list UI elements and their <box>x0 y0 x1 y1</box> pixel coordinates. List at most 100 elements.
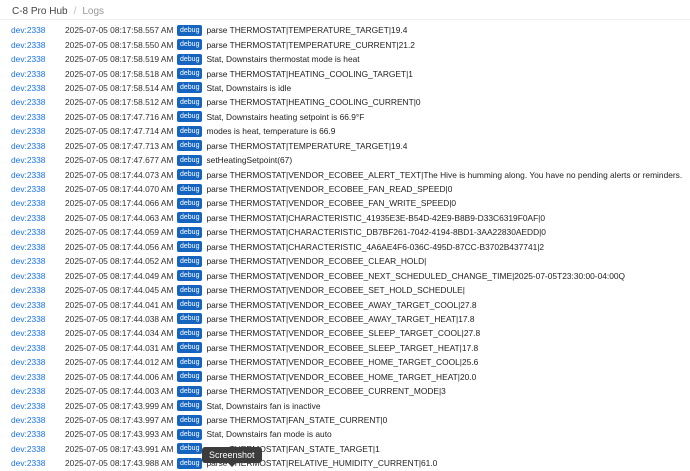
device-link[interactable]: dev:2338 <box>0 198 65 208</box>
device-link[interactable]: dev:2338 <box>0 386 65 396</box>
device-link[interactable]: dev:2338 <box>0 97 65 107</box>
log-level-badge: debug <box>177 140 203 152</box>
device-link[interactable]: dev:2338 <box>0 69 65 79</box>
device-link[interactable]: dev:2338 <box>0 444 65 454</box>
log-level-badge: debug <box>177 428 203 440</box>
device-link[interactable]: dev:2338 <box>0 328 65 338</box>
log-message: setHeatingSetpoint(67) <box>206 155 293 166</box>
device-link[interactable]: dev:2338 <box>0 83 65 93</box>
device-link[interactable]: dev:2338 <box>0 25 65 35</box>
log-timestamp: 2025-07-05 08:17:44.038 AM <box>65 313 174 324</box>
device-link[interactable]: dev:2338 <box>0 227 65 237</box>
device-link[interactable]: dev:2338 <box>0 372 65 382</box>
log-level-badge: debug <box>177 284 203 296</box>
log-timestamp: 2025-07-05 08:17:58.557 AM <box>65 25 174 36</box>
log-row: dev:2338 2025-07-05 08:17:47.713 AM debug p… <box>0 139 690 153</box>
device-link[interactable]: dev:2338 <box>0 300 65 310</box>
device-link[interactable]: dev:2338 <box>0 242 65 252</box>
log-timestamp: 2025-07-05 08:17:43.991 AM <box>65 443 174 454</box>
log-level-badge: debug <box>177 96 203 108</box>
log-level-badge: debug <box>177 125 203 137</box>
log-level-badge: debug <box>177 169 203 181</box>
log-message: parse THERMOSTAT|VENDOR_ECOBEE_CURRENT_M… <box>206 386 446 397</box>
log-row: dev:2338 2025-07-05 08:17:44.031 AM debug p… <box>0 341 690 355</box>
device-link[interactable]: dev:2338 <box>0 415 65 425</box>
log-timestamp: 2025-07-05 08:17:44.052 AM <box>65 256 174 267</box>
log-timestamp: 2025-07-05 08:17:47.716 AM <box>65 111 174 122</box>
log-level-badge: debug <box>177 183 203 195</box>
log-message: parse THERMOSTAT|CHARACTERISTIC_4A6AE4F6… <box>206 241 545 252</box>
device-link[interactable]: dev:2338 <box>0 126 65 136</box>
device-link[interactable]: dev:2338 <box>0 256 65 266</box>
log-timestamp: 2025-07-05 08:17:44.073 AM <box>65 169 174 180</box>
log-timestamp: 2025-07-05 08:17:43.988 AM <box>65 458 174 469</box>
log-message: parse THERMOSTAT|VENDOR_ECOBEE_CLEAR_HOL… <box>206 256 427 267</box>
log-row: dev:2338 2025-07-05 08:17:58.557 AM debug p… <box>0 23 690 37</box>
log-row: dev:2338 2025-07-05 08:17:44.070 AM debug p… <box>0 182 690 196</box>
log-timestamp: 2025-07-05 08:17:47.714 AM <box>65 126 174 137</box>
device-link[interactable]: dev:2338 <box>0 40 65 50</box>
log-message: parse THERMOSTAT|VENDOR_ECOBEE_AWAY_TARG… <box>206 313 475 324</box>
device-link[interactable]: dev:2338 <box>0 141 65 151</box>
log-timestamp: 2025-07-05 08:17:44.066 AM <box>65 198 174 209</box>
hub-name[interactable]: C-8 Pro Hub <box>12 6 68 17</box>
log-level-badge: debug <box>177 270 203 282</box>
log-timestamp: 2025-07-05 08:17:44.045 AM <box>65 285 174 296</box>
log-timestamp: 2025-07-05 08:17:43.993 AM <box>65 429 174 440</box>
device-link[interactable]: dev:2338 <box>0 184 65 194</box>
device-link[interactable]: dev:2338 <box>0 401 65 411</box>
device-link[interactable]: dev:2338 <box>0 458 65 468</box>
log-row: dev:2338 2025-07-05 08:17:43.991 AM debug p… <box>0 442 690 456</box>
log-message: parse THERMOSTAT|CHARACTERISTIC_DB7BF261… <box>206 227 546 238</box>
log-level-badge: debug <box>177 241 203 253</box>
log-level-badge: debug <box>177 356 203 368</box>
device-link[interactable]: dev:2338 <box>0 314 65 324</box>
breadcrumb-separator: / <box>73 5 77 17</box>
log-row: dev:2338 2025-07-05 08:17:44.063 AM debug p… <box>0 211 690 225</box>
log-timestamp: 2025-07-05 08:17:47.713 AM <box>65 140 174 151</box>
device-link[interactable]: dev:2338 <box>0 54 65 64</box>
log-message: parse THERMOSTAT|VENDOR_ECOBEE_NEXT_SCHE… <box>206 270 626 281</box>
log-timestamp: 2025-07-05 08:17:44.012 AM <box>65 357 174 368</box>
log-message: parse THERMOSTAT|VENDOR_ECOBEE_ALERT_TEX… <box>206 169 683 180</box>
log-level-badge: debug <box>177 82 203 94</box>
screenshot-tooltip: Screenshot <box>202 447 262 467</box>
device-link[interactable]: dev:2338 <box>0 213 65 223</box>
device-link[interactable]: dev:2338 <box>0 357 65 367</box>
device-link[interactable]: dev:2338 <box>0 429 65 439</box>
log-message: parse THERMOSTAT|VENDOR_ECOBEE_AWAY_TARG… <box>206 299 477 310</box>
log-level-badge: debug <box>177 443 203 455</box>
log-timestamp: 2025-07-05 08:17:58.519 AM <box>65 54 174 65</box>
log-level-badge: debug <box>177 385 203 397</box>
log-row: dev:2338 2025-07-05 08:17:44.041 AM debug p… <box>0 297 690 311</box>
log-timestamp: 2025-07-05 08:17:58.550 AM <box>65 39 174 50</box>
log-row: dev:2338 2025-07-05 08:17:44.052 AM debug p… <box>0 254 690 268</box>
log-message: Stat, Downstairs is idle <box>206 82 292 93</box>
log-timestamp: 2025-07-05 08:17:43.999 AM <box>65 400 174 411</box>
device-link[interactable]: dev:2338 <box>0 343 65 353</box>
device-link[interactable]: dev:2338 <box>0 155 65 165</box>
log-timestamp: 2025-07-05 08:17:47.677 AM <box>65 155 174 166</box>
log-message: parse THERMOSTAT|TEMPERATURE_TARGET|19.4 <box>206 140 408 151</box>
log-row: dev:2338 2025-07-05 08:17:44.059 AM debug p… <box>0 225 690 239</box>
breadcrumb: C-8 Pro Hub / Logs <box>0 0 690 20</box>
log-timestamp: 2025-07-05 08:17:44.059 AM <box>65 227 174 238</box>
log-row: dev:2338 2025-07-05 08:17:58.512 AM debug p… <box>0 95 690 109</box>
log-row: dev:2338 2025-07-05 08:17:44.034 AM debug p… <box>0 326 690 340</box>
device-link[interactable]: dev:2338 <box>0 271 65 281</box>
device-link[interactable]: dev:2338 <box>0 112 65 122</box>
log-row: dev:2338 2025-07-05 08:17:58.519 AM debug S… <box>0 52 690 66</box>
log-level-badge: debug <box>177 53 203 65</box>
log-level-badge: debug <box>177 299 203 311</box>
log-message: parse THERMOSTAT|VENDOR_ECOBEE_FAN_READ_… <box>206 184 453 195</box>
log-message: modes is heat, temperature is 66.9 <box>206 126 336 137</box>
log-message: parse THERMOSTAT|TEMPERATURE_TARGET|19.4 <box>206 25 408 36</box>
log-level-badge: debug <box>177 327 203 339</box>
log-row: dev:2338 2025-07-05 08:17:44.006 AM debug p… <box>0 370 690 384</box>
log-message: parse THERMOSTAT|VENDOR_ECOBEE_SLEEP_TAR… <box>206 342 479 353</box>
log-message: parse THERMOSTAT|VENDOR_ECOBEE_HOME_TARG… <box>206 371 477 382</box>
device-link[interactable]: dev:2338 <box>0 285 65 295</box>
log-level-badge: debug <box>177 313 203 325</box>
device-link[interactable]: dev:2338 <box>0 170 65 180</box>
log-timestamp: 2025-07-05 08:17:58.518 AM <box>65 68 174 79</box>
